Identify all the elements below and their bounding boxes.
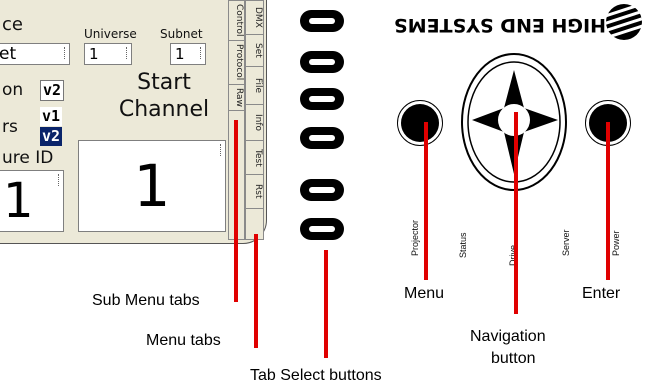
version-option-v2-selected[interactable]: v2 (40, 127, 63, 146)
caption-navigation-1: Navigation (470, 328, 546, 345)
tab-select-button-5[interactable] (300, 179, 344, 201)
universe-spinner[interactable]: 1 (84, 43, 132, 65)
tab-select-button-6[interactable] (300, 218, 344, 240)
fixture-id-spinner[interactable]: 1 (0, 170, 64, 232)
submenu-tab-test[interactable]: Test (246, 141, 263, 175)
mode-select-value: et (0, 44, 17, 64)
universe-value: 1 (89, 45, 99, 63)
callout-line-menu (424, 122, 428, 280)
callout-line-enter (606, 122, 610, 280)
lcd-screen: ce Universe Subnet et 1 1 on v2 v1 rs v2… (0, 0, 268, 250)
version-box-top[interactable]: v2 (40, 80, 65, 101)
submenu-tab-file[interactable]: File (246, 67, 263, 105)
subnet-label: Subnet (160, 27, 203, 41)
callout-line-tab-select (324, 250, 328, 358)
version-option-v1[interactable]: v1 (40, 107, 63, 126)
callout-line-menu-tabs (254, 234, 258, 348)
universe-label: Universe (84, 27, 137, 41)
row-label-3: ure ID (2, 148, 54, 168)
start-channel-value: 1 (133, 152, 171, 220)
tab-select-button-2[interactable] (300, 51, 344, 73)
led-label-projector: Projector (410, 219, 420, 256)
submenu-tab-info[interactable]: Info (246, 105, 263, 141)
tab-select-button-3[interactable] (300, 88, 344, 110)
start-channel-title-2: Channel (118, 97, 210, 122)
submenu-tab-rst[interactable]: Rst (246, 175, 263, 209)
callout-line-navigation (514, 112, 518, 314)
led-label-server: Server (561, 229, 571, 256)
brand-logo-icon (604, 4, 644, 40)
caption-tab-select-buttons: Tab Select buttons (250, 367, 382, 384)
brand-wordmark: HIGH END SYSTEMS (376, 6, 606, 36)
caption-sub-menu-tabs: Sub Menu tabs (92, 292, 200, 309)
row-label-1: on (2, 80, 24, 100)
submenu-tab-set[interactable]: Set (246, 35, 263, 67)
menu-tab-raw[interactable]: Raw (229, 85, 244, 111)
menu-tab-protocol[interactable]: Protocol (229, 41, 244, 85)
caption-menu-tabs: Menu tabs (146, 332, 221, 349)
led-label-status: Status (458, 232, 468, 258)
caption-menu: Menu (404, 285, 445, 302)
start-channel-spinner[interactable]: 1 (78, 140, 226, 232)
subnet-value: 1 (175, 45, 185, 63)
dmx-label: ce (2, 14, 23, 35)
menu-tab-control[interactable]: Control (229, 1, 244, 41)
tab-select-button-1[interactable] (300, 10, 344, 32)
caption-navigation-2: button (491, 350, 536, 367)
subnet-spinner[interactable]: 1 (170, 43, 206, 65)
submenu-tabs-column: DMX Set File Info Test Rst (245, 0, 264, 240)
row-label-2: rs (2, 117, 18, 137)
tab-select-button-4[interactable] (300, 127, 344, 149)
led-label-power: Power (611, 230, 621, 256)
fixture-id-value: 1 (3, 173, 34, 229)
caption-enter: Enter (582, 285, 621, 302)
brand-text: HIGH END SYSTEMS (393, 14, 606, 36)
submenu-tab-dmx[interactable]: DMX (246, 1, 263, 35)
mode-select[interactable]: et (0, 43, 70, 65)
callout-line-submenu (234, 120, 238, 302)
menu-button[interactable] (401, 104, 439, 142)
start-channel-title-1: Start (137, 70, 191, 95)
